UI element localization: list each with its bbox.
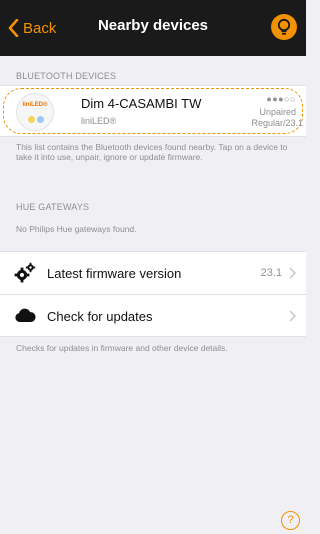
device-logo: liniLED® <box>16 93 54 131</box>
bluetooth-device-row[interactable]: liniLED® Dim 4-CASAMBI TW liniLED® ●●●○○… <box>0 85 306 137</box>
latest-firmware-row[interactable]: Latest firmware version 23.1 <box>0 252 306 294</box>
cloud-icon <box>15 308 36 322</box>
navigation-bar: Back Nearby devices <box>0 0 306 56</box>
lamp-icon[interactable] <box>271 14 297 40</box>
device-name: Dim 4-CASAMBI TW <box>81 96 202 111</box>
device-brand: liniLED® <box>81 116 117 126</box>
back-label: Back <box>23 19 57 37</box>
firmware-table: Latest firmware version 23.1 Check for u… <box>0 251 306 337</box>
chevron-right-icon <box>289 267 296 279</box>
check-updates-row[interactable]: Check for updates <box>0 294 306 336</box>
chevron-left-icon <box>8 19 19 37</box>
updates-note: Checks for updates in firmware and other… <box>16 343 228 353</box>
signal-strength-indicator: ●●●○○ <box>266 94 296 104</box>
chevron-right-icon <box>289 310 296 322</box>
device-version: Regular/23.1 <box>251 118 303 128</box>
hue-note: No Philips Hue gateways found. <box>16 224 137 234</box>
check-updates-label: Check for updates <box>47 309 153 324</box>
device-status: Unpaired <box>259 107 296 117</box>
device-logo-text: liniLED® <box>22 102 48 108</box>
latest-firmware-value: 23.1 <box>260 267 282 279</box>
bluetooth-note: This list contains the Bluetooth devices… <box>16 142 288 162</box>
gears-icon <box>14 262 36 283</box>
bluetooth-devices-header: BLUETOOTH DEVICES <box>16 71 117 81</box>
latest-firmware-label: Latest firmware version <box>47 266 182 281</box>
back-button[interactable]: Back <box>8 17 56 39</box>
logo-dot-blue <box>37 116 44 123</box>
logo-dot-yellow <box>28 116 35 123</box>
help-icon[interactable]: ? <box>281 511 300 530</box>
hue-gateways-header: HUE GATEWAYS <box>16 202 90 212</box>
